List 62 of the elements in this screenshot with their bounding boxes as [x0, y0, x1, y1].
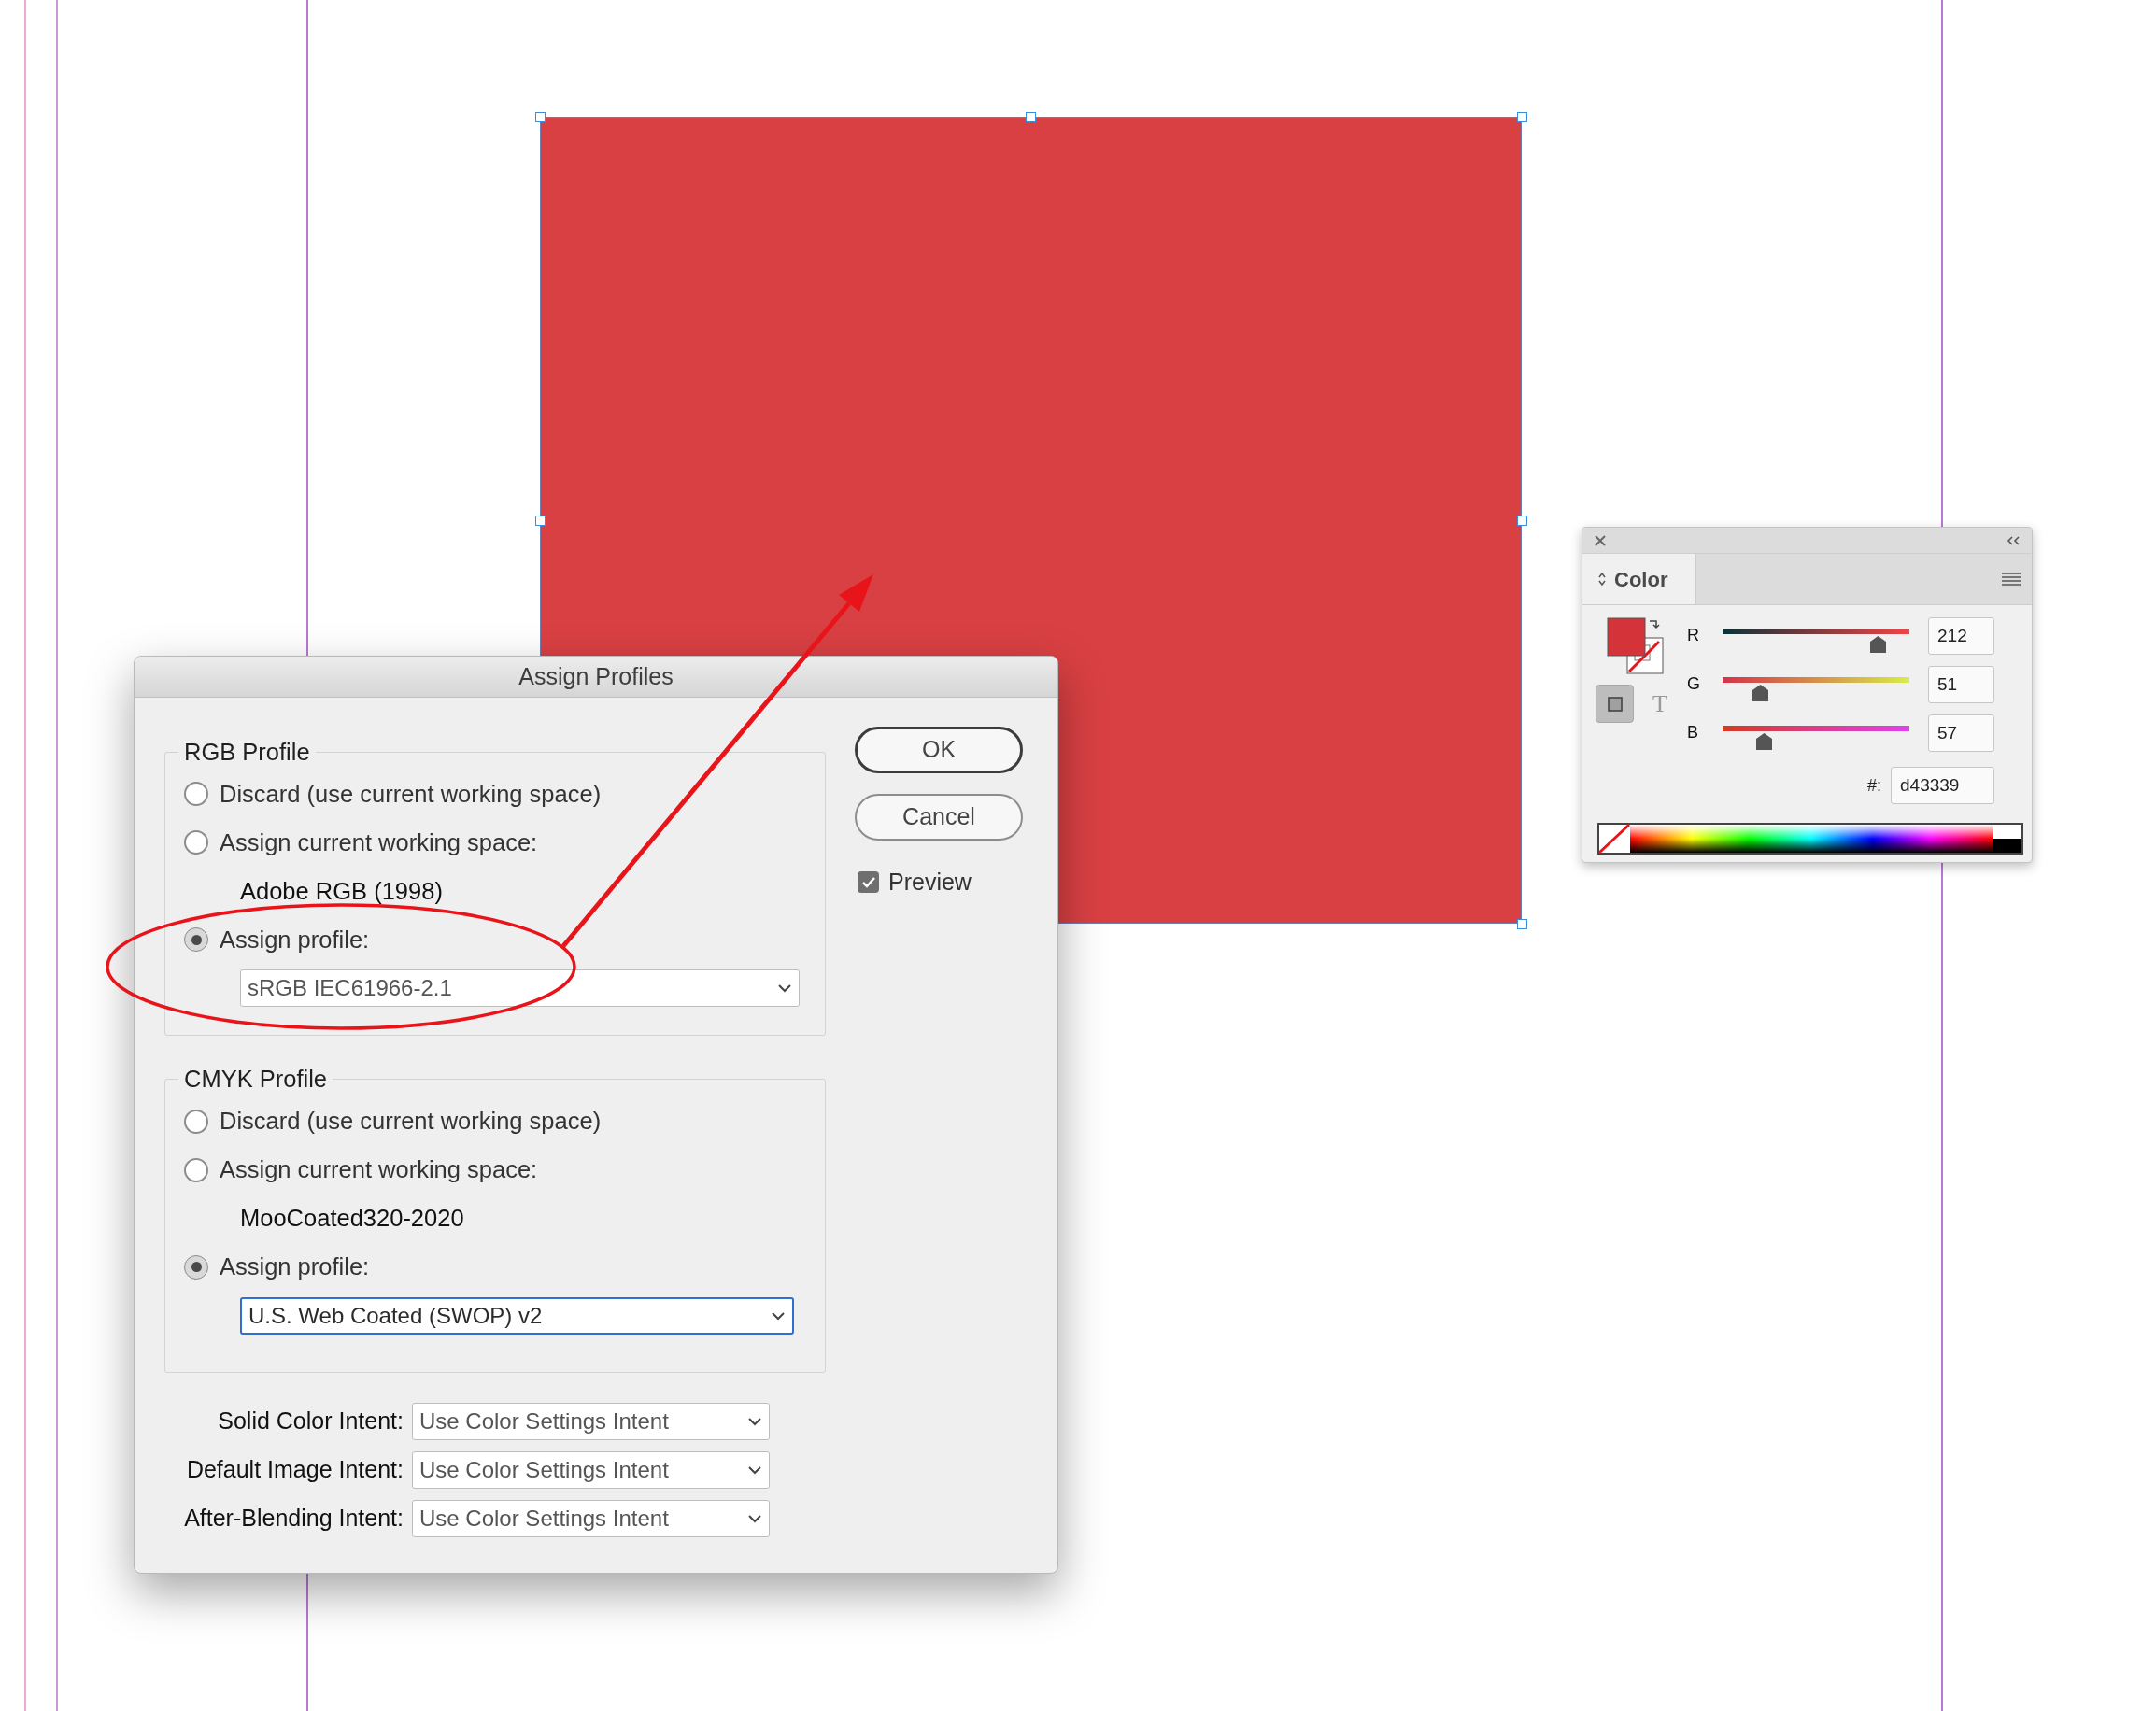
radio-label: Discard (use current working space) — [220, 780, 602, 810]
selection-handle[interactable] — [535, 516, 546, 526]
hex-field[interactable]: d43339 — [1891, 767, 1994, 804]
intent-dropdown[interactable]: Use Color Settings Intent — [412, 1499, 770, 1537]
slider-thumb[interactable] — [1755, 733, 1772, 750]
radio-label: Assign profile: — [220, 926, 370, 955]
fill-stroke-swatch-drawing[interactable] — [1607, 617, 1665, 675]
slider-thumb[interactable] — [1869, 636, 1886, 653]
collapse-icon[interactable] — [2006, 534, 2021, 546]
menu-icon[interactable] — [2002, 573, 2021, 586]
group-legend: CMYK Profile — [178, 1061, 333, 1097]
radio-button[interactable] — [184, 782, 208, 807]
channel-label: G — [1687, 673, 1701, 695]
radio-button[interactable] — [184, 1109, 208, 1134]
radio-label: Assign current working space: — [220, 1155, 538, 1185]
working-space-name: Adobe RGB (1998) — [240, 877, 443, 907]
hex-label: #: — [1867, 774, 1881, 797]
selection-handle[interactable] — [1026, 112, 1036, 122]
chevron-down-icon — [747, 1464, 762, 1475]
up-down-icon — [1597, 572, 1607, 587]
dialog-button[interactable]: Cancel — [855, 794, 1023, 841]
intent-dropdown[interactable]: Use Color Settings Intent — [412, 1450, 770, 1489]
radio-label: Discard (use current working space) — [220, 1107, 602, 1137]
checkmark-icon — [860, 875, 876, 889]
panel-tab[interactable]: Color — [1582, 554, 1696, 604]
chevron-down-icon — [747, 1513, 762, 1523]
intent-dropdown[interactable]: Use Color Settings Intent — [412, 1402, 770, 1440]
intent-label: After-Blending Intent: — [183, 1503, 404, 1533]
square-icon — [1607, 696, 1623, 712]
intent-label: Solid Color Intent: — [217, 1406, 404, 1435]
checkbox[interactable] — [858, 871, 879, 894]
chevron-down-icon — [771, 1310, 786, 1321]
radio-label: Assign current working space: — [220, 828, 538, 858]
group-legend: RGB Profile — [178, 734, 316, 771]
channel-label: R — [1687, 625, 1700, 646]
value-field[interactable]: 51 — [1928, 666, 1994, 703]
close-icon[interactable] — [1594, 533, 1607, 547]
channel-label: B — [1687, 722, 1699, 743]
radio-button[interactable] — [184, 1254, 208, 1280]
chevron-down-icon — [777, 983, 792, 994]
color-spectrum-bar[interactable] — [1597, 823, 2023, 855]
radio-button[interactable] — [184, 1157, 208, 1182]
selection-handle[interactable] — [1517, 516, 1527, 526]
chevron-down-icon — [747, 1416, 762, 1426]
radio-button[interactable] — [184, 927, 208, 953]
container-toggle[interactable] — [1596, 685, 1634, 723]
tab-label: Color — [1614, 566, 1668, 593]
checkbox-label: Preview — [888, 868, 972, 897]
dialog-title: Assign Profiles — [518, 661, 674, 691]
selection-handle[interactable] — [535, 112, 546, 122]
selection-handle[interactable] — [1517, 112, 1527, 122]
dialog-button[interactable]: OK — [855, 727, 1023, 773]
selection-handle[interactable] — [1517, 919, 1527, 929]
radio-button[interactable] — [184, 830, 208, 856]
working-space-name: MooCoated320-2020 — [240, 1204, 464, 1234]
slider-thumb[interactable] — [1752, 685, 1768, 701]
intent-label: Default Image Intent: — [185, 1454, 404, 1484]
profile-dropdown[interactable]: sRGB IEC61966-2.1 — [240, 969, 800, 1008]
profile-dropdown[interactable]: U.S. Web Coated (SWOP) v2 — [240, 1296, 794, 1335]
radio-label: Assign profile: — [220, 1252, 370, 1282]
value-field[interactable]: 212 — [1928, 617, 1994, 655]
value-field[interactable]: 57 — [1928, 714, 1994, 752]
